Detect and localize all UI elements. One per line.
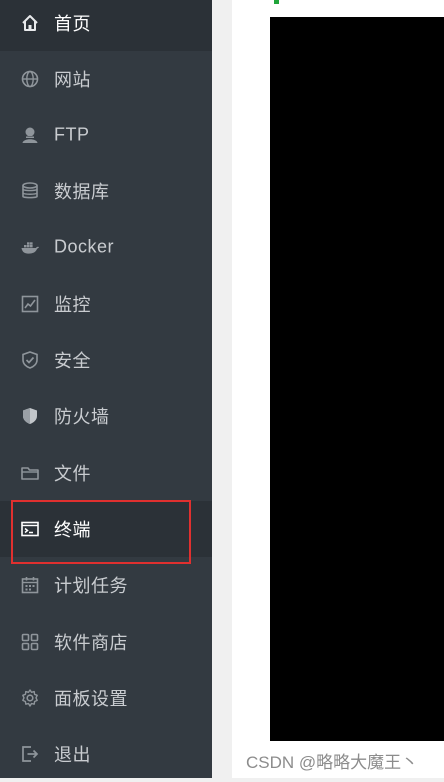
watermark: CSDN @略略大魔王丶 [246, 753, 419, 772]
sidebar-item-docker[interactable]: Docker [0, 219, 212, 275]
globe-icon [20, 69, 40, 89]
sidebar-item-label: 计划任务 [54, 576, 128, 596]
database-icon [20, 181, 40, 201]
sidebar-item-label: 数据库 [54, 182, 110, 202]
sidebar-item-website[interactable]: 网站 [0, 51, 212, 107]
calendar-icon [20, 575, 40, 595]
sidebar-item-label: 终端 [54, 520, 91, 540]
tab-accent-bar [274, 0, 279, 4]
gear-icon [20, 688, 40, 708]
sidebar-item-label: 软件商店 [54, 633, 128, 653]
sidebar-item-ftp[interactable]: FTP [0, 107, 212, 163]
terminal-panel [232, 0, 444, 778]
sidebar-item-label: 防火墙 [54, 407, 110, 427]
firewall-shield-icon [20, 406, 40, 426]
sidebar-item-database[interactable]: 数据库 [0, 163, 212, 219]
sidebar-item-label: 退出 [54, 745, 91, 765]
sidebar-item-firewall[interactable]: 防火墙 [0, 388, 212, 444]
shield-check-icon [20, 350, 40, 370]
sidebar-item-label: 首页 [54, 14, 91, 34]
home-icon [20, 13, 40, 33]
app-grid-icon [20, 632, 40, 652]
main-content [212, 0, 444, 778]
sidebar-item-terminal[interactable]: 终端 [0, 501, 212, 557]
sidebar-item-label: 文件 [54, 464, 91, 484]
sidebar-item-home[interactable]: 首页 [0, 0, 212, 51]
sidebar-item-label: FTP [54, 124, 90, 145]
docker-icon [20, 237, 40, 257]
folder-icon [20, 463, 40, 483]
sidebar-item-logout[interactable]: 退出 [0, 726, 212, 782]
terminal-screen[interactable] [270, 17, 444, 741]
sidebar-item-panel-settings[interactable]: 面板设置 [0, 670, 212, 726]
sidebar-item-app-store[interactable]: 软件商店 [0, 614, 212, 670]
sidebar-item-monitor[interactable]: 监控 [0, 276, 212, 332]
terminal-icon [20, 519, 40, 539]
sidebar-item-label: Docker [54, 236, 115, 257]
sidebar-item-label: 面板设置 [54, 689, 128, 709]
ftp-user-icon [20, 125, 40, 145]
logout-icon [20, 744, 40, 764]
sidebar-item-label: 网站 [54, 70, 91, 90]
sidebar-item-label: 监控 [54, 295, 91, 315]
sidebar-item-label: 安全 [54, 351, 91, 371]
sidebar-item-files[interactable]: 文件 [0, 445, 212, 501]
sidebar-item-cron[interactable]: 计划任务 [0, 557, 212, 613]
sidebar: 首页 网站 FTP 数据库 Docker 监控 安全 防火墙 文件 终端 计划任… [0, 0, 212, 778]
monitor-chart-icon [20, 294, 40, 314]
sidebar-item-security[interactable]: 安全 [0, 332, 212, 388]
